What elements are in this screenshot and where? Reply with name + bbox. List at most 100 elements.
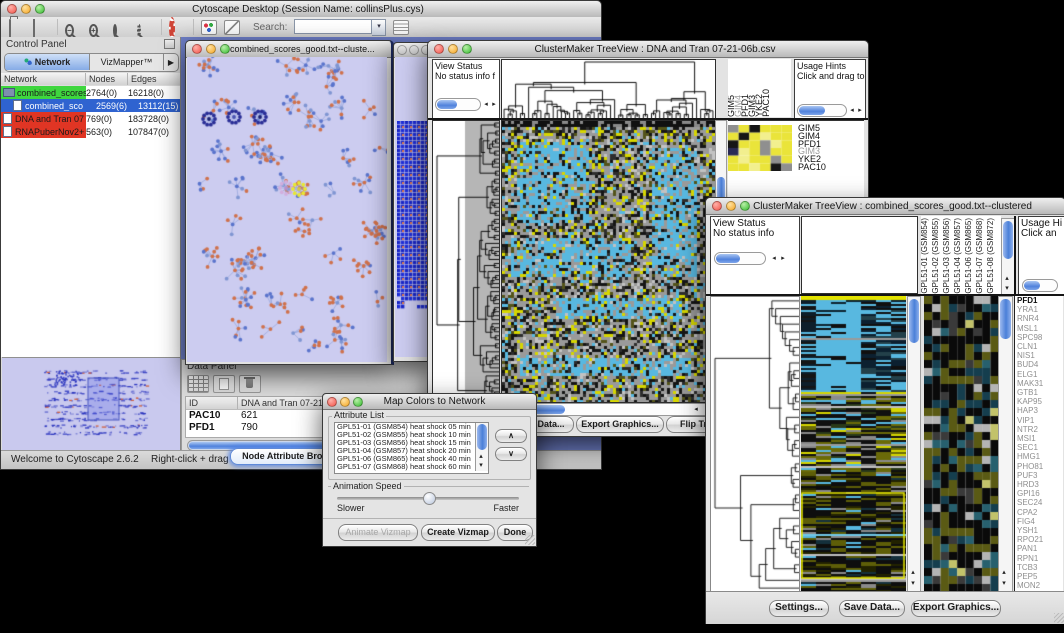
zoom-heatmap[interactable]: [924, 296, 998, 591]
zoom-heatmap[interactable]: [728, 125, 792, 171]
list-item[interactable]: FIG4: [1015, 517, 1063, 526]
list-item[interactable]: PAN1: [1015, 544, 1063, 553]
zoom-window-icon[interactable]: [353, 397, 363, 407]
scroll-up-icon[interactable]: ▴: [908, 569, 918, 576]
treeview-combined-title-bar[interactable]: ClusterMaker TreeView : combined_scores_…: [706, 198, 1064, 215]
list-item[interactable]: TCB3: [1015, 563, 1063, 572]
view-status-scrollbar[interactable]: [435, 98, 481, 111]
move-down-button[interactable]: ∨: [495, 447, 527, 461]
attribute-browser-icon[interactable]: [393, 20, 409, 35]
zoom-in-icon[interactable]: +: [89, 20, 106, 35]
list-item[interactable]: SPC98: [1015, 333, 1063, 342]
select-attributes-icon[interactable]: [187, 375, 209, 393]
list-item[interactable]: MSL1: [1015, 324, 1063, 333]
close-icon[interactable]: [327, 397, 337, 407]
list-item[interactable]: PAC10: [763, 89, 770, 117]
zoom-vscrollbar[interactable]: ▴ ▾: [998, 296, 1013, 593]
scroll-down-icon[interactable]: ▾: [476, 462, 486, 469]
annotation-icon[interactable]: [224, 20, 240, 35]
attr-col-id[interactable]: ID: [186, 397, 238, 409]
zoom-window-icon[interactable]: [35, 4, 45, 14]
list-item[interactable]: NTR2: [1015, 425, 1063, 434]
list-item[interactable]: SEC1: [1015, 443, 1063, 452]
create-vizmap-button[interactable]: Create Vizmap: [421, 524, 495, 541]
scroll-right-icon[interactable]: ▸: [855, 107, 865, 114]
heatmap-vscrollbar[interactable]: ▴ ▾: [907, 296, 921, 593]
window-controls[interactable]: [7, 4, 45, 14]
list-item[interactable]: RNR4: [1015, 314, 1063, 323]
list-item[interactable]: MON2: [1015, 581, 1063, 590]
close-icon[interactable]: [397, 45, 407, 55]
list-item[interactable]: GPI16: [1015, 489, 1063, 498]
list-item[interactable]: PEP5: [1015, 572, 1063, 581]
usage-scrollbar[interactable]: [797, 104, 847, 117]
heatmap-global-view[interactable]: [801, 296, 906, 591]
float-panel-icon[interactable]: [164, 39, 175, 49]
network-tree-row[interactable]: RNAPuberNov2+563(0)107847(0): [1, 125, 180, 138]
tab-network[interactable]: Network: [5, 54, 90, 70]
list-item[interactable]: YRA1: [1015, 305, 1063, 314]
column-tree-area[interactable]: [801, 216, 918, 294]
close-icon[interactable]: [7, 4, 17, 14]
zoom-window-icon[interactable]: [462, 44, 472, 54]
view-status-scrollbar[interactable]: [714, 252, 766, 265]
list-item[interactable]: GPL51-08 (GSM872): [987, 218, 998, 294]
network-tree-row[interactable]: DNA and Tran 07769(0)183728(0): [1, 112, 180, 125]
col-header-nodes[interactable]: Nodes: [86, 73, 128, 85]
close-icon[interactable]: [712, 201, 722, 211]
window-controls[interactable]: [434, 44, 472, 54]
zoom-fit-icon[interactable]: [137, 20, 154, 35]
list-item[interactable]: CPA2: [1015, 508, 1063, 517]
network2-canvas[interactable]: [395, 57, 430, 357]
export-graphics-button[interactable]: Export Graphics...: [911, 600, 1001, 617]
row-dendrogram[interactable]: [432, 120, 500, 403]
window-controls[interactable]: [712, 201, 750, 211]
col-header-edges[interactable]: Edges: [128, 73, 180, 85]
window-controls[interactable]: [397, 45, 431, 55]
save-data-button[interactable]: Save Data...: [839, 600, 905, 617]
zoom-window-icon[interactable]: [740, 201, 750, 211]
zoom-selected-icon[interactable]: [113, 20, 130, 35]
network-tree-row[interactable]: combined_sco2569(6)13112(15): [1, 99, 180, 112]
minimize-icon[interactable]: [21, 4, 31, 14]
close-icon[interactable]: [192, 44, 202, 54]
minimize-icon[interactable]: [448, 44, 458, 54]
window-controls[interactable]: [192, 44, 230, 54]
open-session-icon[interactable]: [9, 20, 26, 35]
list-vscrollbar[interactable]: ▴ ▾: [475, 423, 488, 471]
network-tree-row[interactable]: combined_scores_2764(0)16218(0): [1, 86, 180, 99]
scroll-down-icon[interactable]: ▾: [1002, 285, 1012, 292]
resize-grip[interactable]: [1054, 613, 1064, 623]
list-item[interactable]: GPL51-07 (GSM868) heat shock 60 min: [335, 463, 473, 471]
list-item[interactable]: ELG1: [1015, 370, 1063, 379]
birdseye-view[interactable]: [2, 357, 180, 451]
scroll-down-icon[interactable]: ▾: [908, 580, 918, 587]
search-input[interactable]: [294, 19, 372, 34]
col-header-network[interactable]: Network: [1, 73, 86, 85]
list-item[interactable]: SEC24: [1015, 498, 1063, 507]
scroll-right-icon[interactable]: ▸: [489, 101, 499, 108]
tab-overflow-icon[interactable]: ▶: [164, 54, 178, 70]
delete-attribute-icon[interactable]: [239, 375, 261, 393]
dialog-title-bar[interactable]: Map Colors to Network: [323, 394, 536, 410]
scroll-down-icon[interactable]: ▾: [999, 580, 1009, 587]
scroll-up-icon[interactable]: ▴: [1002, 275, 1012, 282]
list-item[interactable]: KAP95: [1015, 397, 1063, 406]
list-item[interactable]: GTB1: [1015, 388, 1063, 397]
list-item[interactable]: VIP1: [1015, 416, 1063, 425]
network-canvas[interactable]: [187, 57, 387, 362]
list-item[interactable]: HMG1: [1015, 452, 1063, 461]
move-up-button[interactable]: ∧: [495, 429, 527, 443]
list-item[interactable]: HRD3: [1015, 480, 1063, 489]
list-item[interactable]: PHO81: [1015, 462, 1063, 471]
list-item[interactable]: HAP3: [1015, 406, 1063, 415]
minimize-icon[interactable]: [409, 45, 419, 55]
zoom-out-icon[interactable]: −: [65, 20, 82, 35]
animate-vizmap-button[interactable]: Animate Vizmap: [338, 524, 418, 541]
gene-name-list[interactable]: PFD1YRA1RNR4MSL1SPC98CLN1NIS1BUD4ELG1MAK…: [1014, 296, 1063, 591]
close-icon[interactable]: [434, 44, 444, 54]
zoom-window-icon[interactable]: [220, 44, 230, 54]
resize-grip[interactable]: [525, 535, 535, 545]
list-item[interactable]: PUF3: [1015, 471, 1063, 480]
save-session-icon[interactable]: [33, 20, 50, 35]
